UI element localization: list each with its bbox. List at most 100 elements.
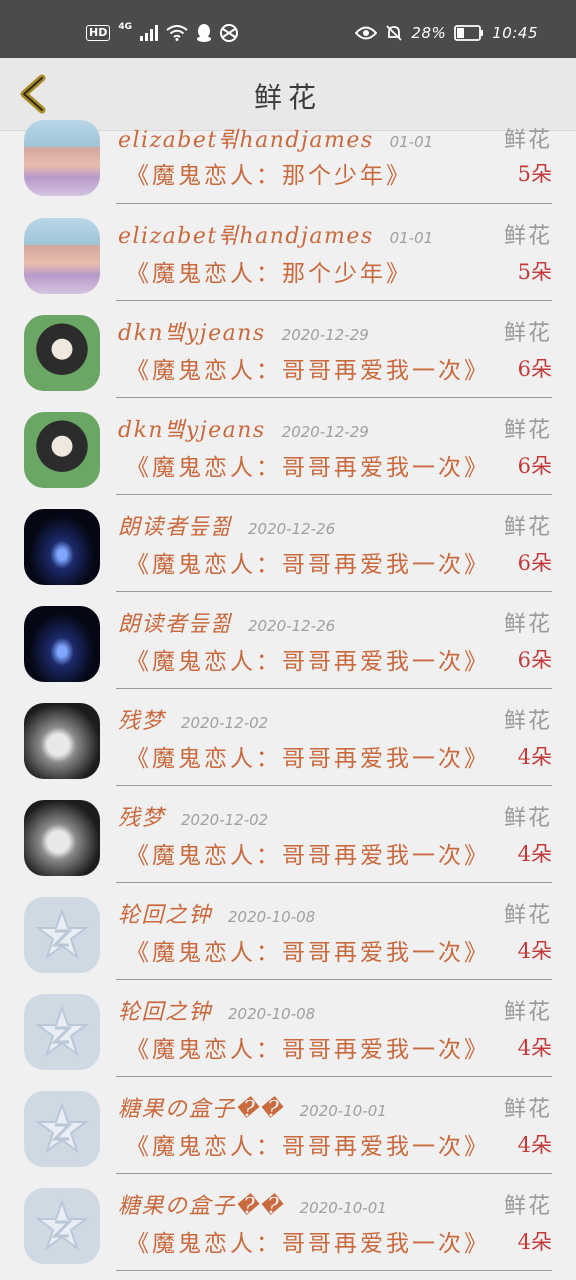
row-header: 糖果の盒子�� 2020-10-01 鲜花 [118, 1091, 552, 1123]
list-item[interactable]: 残梦 2020-12-02 鲜花 《魔鬼恋人：哥哥再爱我一次》 4朵 [0, 689, 576, 786]
row-detail: 《魔鬼恋人：那个少年》 5朵 [118, 156, 552, 190]
book-title[interactable]: 《魔鬼恋人：哥哥再爱我一次》 [126, 739, 490, 773]
network-type: 4G [118, 22, 132, 32]
book-title[interactable]: 《魔鬼恋人：哥哥再爱我一次》 [126, 1030, 490, 1064]
row-header: elizabet뤾handjames 01-01 鲜花 [118, 122, 552, 154]
user-name[interactable]: dkn뱈yjeans [118, 315, 266, 347]
avatar[interactable] [24, 703, 100, 779]
list-item[interactable]: 残梦 2020-12-02 鲜花 《魔鬼恋人：哥哥再爱我一次》 4朵 [0, 786, 576, 883]
avatar[interactable] [24, 120, 100, 196]
avatar[interactable] [24, 218, 100, 294]
avatar[interactable] [24, 994, 100, 1070]
gift-date: 01-01 [389, 133, 434, 151]
user-name[interactable]: elizabet뤾handjames [118, 218, 374, 250]
row-header: 残梦 2020-12-02 鲜花 [118, 703, 552, 735]
gift-date: 2020-10-08 [228, 1005, 316, 1023]
row-header: 糖果の盒子�� 2020-10-01 鲜花 [118, 1188, 552, 1220]
book-title[interactable]: 《魔鬼恋人：哥哥再爱我一次》 [126, 351, 490, 385]
user-name[interactable]: 朗读者듶쬚 [118, 606, 232, 638]
row-detail: 《魔鬼恋人：哥哥再爱我一次》 4朵 [118, 1127, 552, 1161]
flower-gift-list: elizabet뤾handjames 01-01 鲜花 《魔鬼恋人：那个少年》 5朵 el… [0, 120, 576, 1271]
row-detail: 《魔鬼恋人：哥哥再爱我一次》 4朵 [118, 1224, 552, 1258]
row-header: 轮回之钟 2020-10-08 鲜花 [118, 897, 552, 929]
wifi-icon [166, 25, 188, 41]
gift-date: 2020-12-26 [247, 617, 336, 635]
row-detail: 《魔鬼恋人：哥哥再爱我一次》 4朵 [118, 836, 552, 870]
gift-date: 2020-12-29 [281, 423, 369, 441]
book-title[interactable]: 《魔鬼恋人：哥哥再爱我一次》 [126, 642, 490, 676]
list-item[interactable]: 糖果の盒子�� 2020-10-01 鲜花《魔鬼恋人：哥哥再爱我一次》 4朵 [0, 1174, 576, 1271]
clock: 10:45 [492, 24, 538, 42]
avatar[interactable] [24, 412, 100, 488]
status-left: HD 4G [86, 22, 238, 42]
list-item[interactable]: dkn뱈yjeans 2020-12-29 鲜花 《魔鬼恋人：哥哥再爱我一次》 6朵 [0, 398, 576, 495]
list-item[interactable]: 轮回之钟 2020-10-08 鲜花《魔鬼恋人：哥哥再爱我一次》 4朵 [0, 883, 576, 980]
list-item[interactable]: 轮回之钟 2020-10-08 鲜花 《魔鬼恋人：哥哥再爱我一次》 4朵 [0, 980, 576, 1077]
avatar[interactable] [24, 1091, 100, 1167]
row-header: 朗读者듶쬚 2020-12-26 鲜花 [118, 606, 552, 638]
book-title[interactable]: 《魔鬼恋人：哥哥再爱我一次》 [126, 933, 490, 967]
flower-count: 4朵 [517, 842, 552, 866]
flower-count: 4朵 [517, 1133, 552, 1157]
gift-date: 2020-10-01 [299, 1102, 387, 1120]
user-name[interactable]: dkn뱈yjeans [118, 412, 266, 444]
book-title[interactable]: 《魔鬼恋人：那个少年》 [126, 254, 412, 288]
gift-date: 2020-12-02 [181, 811, 269, 829]
avatar[interactable] [24, 509, 100, 585]
list-item[interactable]: elizabet뤾handjames 01-01 鲜花 《魔鬼恋人：那个少年》 5朵 [0, 204, 576, 301]
list-item[interactable]: dkn뱈yjeans 2020-12-29 鲜花 《魔鬼恋人：哥哥再爱我一次》 6朵 [0, 301, 576, 398]
avatar[interactable] [24, 315, 100, 391]
row-detail: 《魔鬼恋人：哥哥再爱我一次》 6朵 [118, 545, 552, 579]
avatar[interactable] [24, 1188, 100, 1264]
list-item[interactable]: 糖果の盒子�� 2020-10-01 鲜花 《魔鬼恋人：哥哥再爱我一次》 4朵 [0, 1077, 576, 1174]
user-name[interactable]: 糖果の盒子�� [118, 1091, 284, 1123]
flower-count: 4朵 [517, 1036, 552, 1060]
browser-icon [220, 24, 238, 42]
eye-icon [355, 26, 378, 40]
status-bar: HD 4G 28% 10:45 [0, 0, 576, 58]
user-name[interactable]: 残梦 [118, 800, 165, 832]
row-header: 残梦 2020-12-02 鲜花 [118, 800, 552, 832]
bell-off-icon [386, 25, 403, 41]
gift-date: 2020-12-26 [247, 520, 336, 538]
gift-type: 鲜花 [503, 1097, 552, 1122]
book-title[interactable]: 《魔鬼恋人：哥哥再爱我一次》 [126, 1127, 490, 1161]
flower-count: 6朵 [517, 454, 552, 478]
avatar[interactable] [24, 606, 100, 682]
row-detail: 《魔鬼恋人：哥哥再爱我一次》 6朵 [118, 351, 552, 385]
default-avatar-icon [34, 907, 90, 960]
gift-date: 2020-12-29 [281, 326, 369, 344]
user-name[interactable]: 糖果の盒子�� [118, 1188, 284, 1220]
gift-type: 鲜花 [503, 806, 552, 831]
book-title[interactable]: 《魔鬼恋人：哥哥再爱我一次》 [126, 836, 490, 870]
flower-count: 6朵 [517, 648, 552, 672]
list-item[interactable]: 朗读者듶쬚 2020-12-26 鲜花《魔鬼恋人：哥哥再爱我一次》 6朵 [0, 495, 576, 592]
list-item[interactable]: elizabet뤾handjames 01-01 鲜花《魔鬼恋人：那个少年》 5朵 [0, 120, 576, 204]
list-item[interactable]: 朗读者듶쬚 2020-12-26 鲜花 《魔鬼恋人：哥哥再爱我一次》 6朵 [0, 592, 576, 689]
row-header: dkn뱈yjeans 2020-12-29 鲜花 [118, 315, 552, 347]
default-avatar-icon [34, 1198, 90, 1251]
gift-date: 2020-12-02 [181, 714, 269, 732]
book-title[interactable]: 《魔鬼恋人：哥哥再爱我一次》 [126, 545, 490, 579]
row-detail: 《魔鬼恋人：那个少年》 5朵 [118, 254, 552, 288]
avatar[interactable] [24, 897, 100, 973]
user-name[interactable]: 轮回之钟 [118, 897, 212, 929]
status-right: 28% 10:45 [355, 24, 538, 42]
gift-type: 鲜花 [503, 1000, 552, 1025]
battery-percent: 28% [411, 24, 447, 42]
user-name[interactable]: 朗读者듶쬚 [118, 509, 232, 541]
gift-type: 鲜花 [503, 515, 552, 540]
avatar[interactable] [24, 800, 100, 876]
flower-count: 4朵 [517, 1230, 552, 1254]
gift-type: 鲜花 [503, 128, 552, 153]
row-detail: 《魔鬼恋人：哥哥再爱我一次》 4朵 [118, 1030, 552, 1064]
flower-count: 4朵 [517, 939, 552, 963]
book-title[interactable]: 《魔鬼恋人：哥哥再爱我一次》 [126, 1224, 490, 1258]
book-title[interactable]: 《魔鬼恋人：哥哥再爱我一次》 [126, 448, 490, 482]
user-name[interactable]: 残梦 [118, 703, 165, 735]
gift-type: 鲜花 [503, 224, 552, 249]
user-name[interactable]: 轮回之钟 [118, 994, 212, 1026]
row-detail: 《魔鬼恋人：哥哥再爱我一次》 4朵 [118, 739, 552, 773]
user-name[interactable]: elizabet뤾handjames [118, 122, 374, 154]
book-title[interactable]: 《魔鬼恋人：那个少年》 [126, 156, 412, 190]
